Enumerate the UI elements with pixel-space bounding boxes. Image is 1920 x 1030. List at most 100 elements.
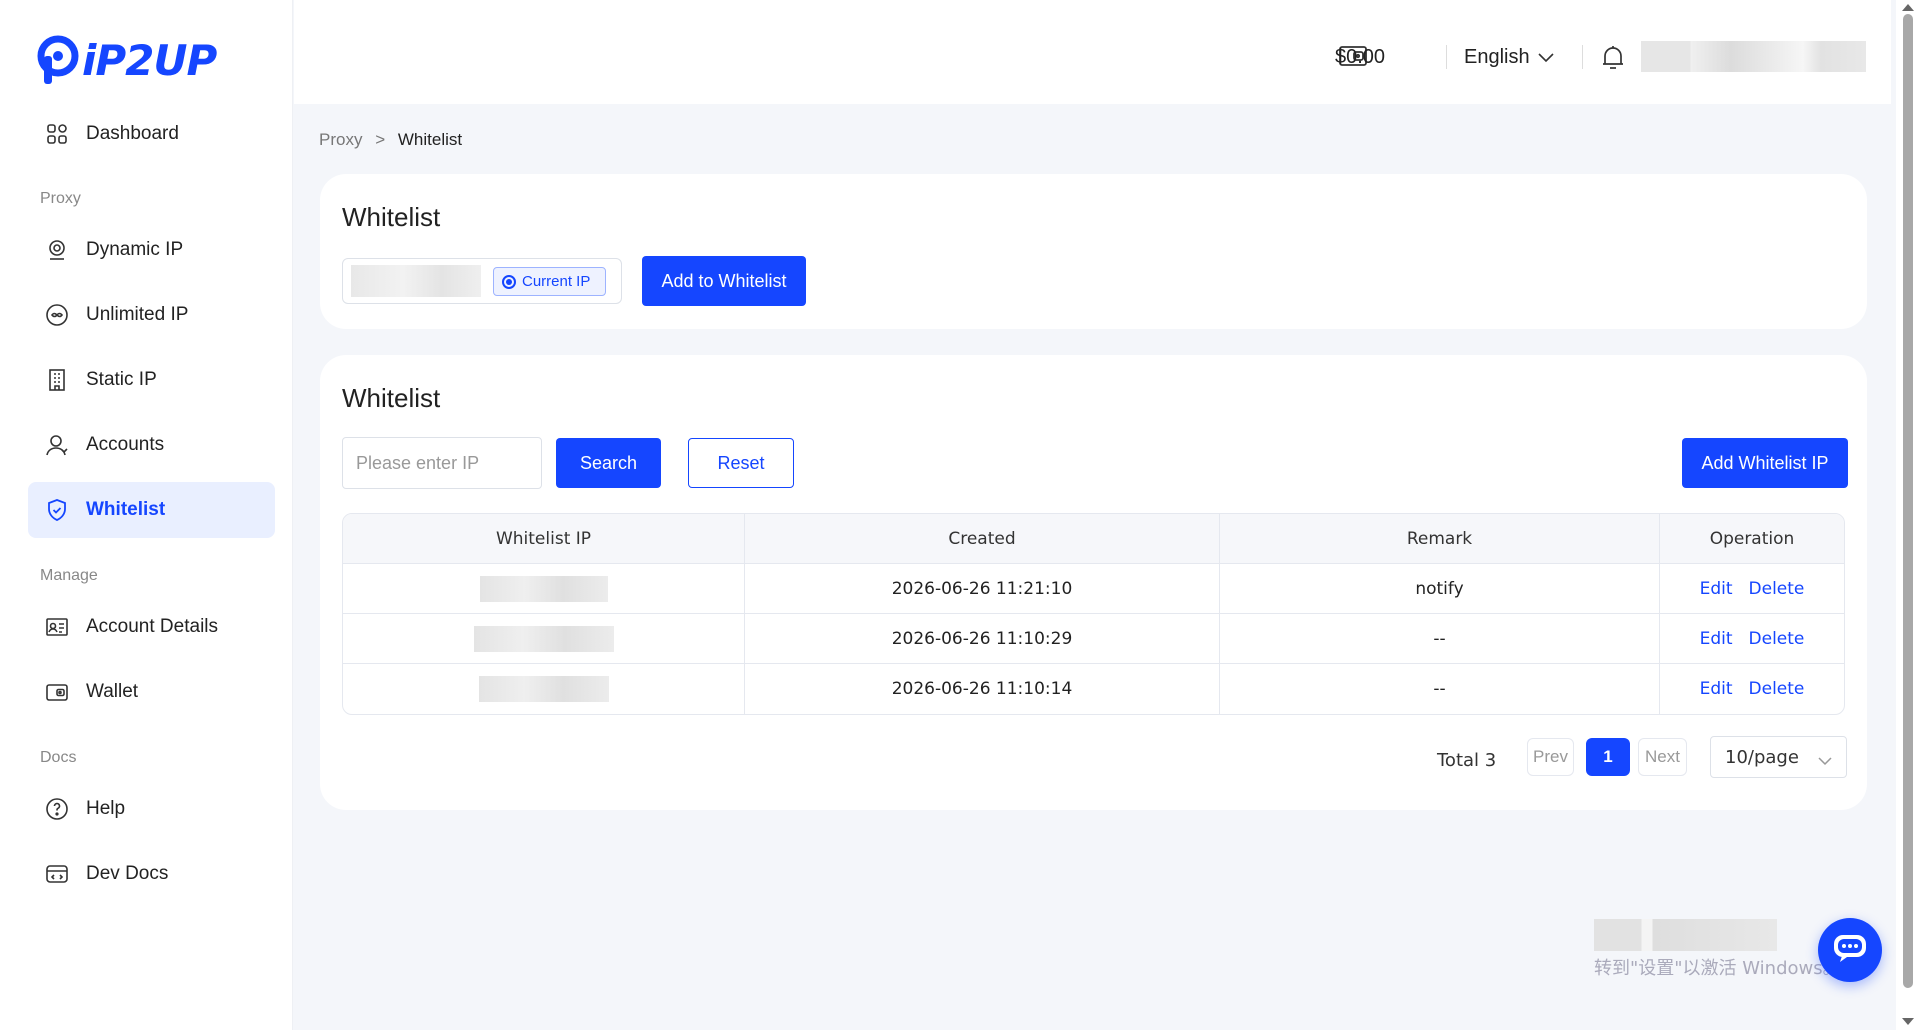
column-header-operation: Operation [1660, 514, 1844, 564]
scroll-up-arrow-icon[interactable] [1902, 4, 1914, 11]
sidebar-item-label: Whitelist [86, 499, 166, 520]
ip-cell [343, 564, 745, 614]
bell-icon[interactable] [1601, 45, 1625, 76]
remark-cell: -- [1220, 614, 1660, 664]
radio-dot-icon [502, 274, 516, 289]
sidebar-item-label: Dashboard [86, 123, 179, 144]
logo-mark-icon [37, 35, 79, 84]
delete-link[interactable]: Delete [1749, 629, 1805, 649]
operation-cell: Edit Delete [1660, 564, 1844, 614]
page-size-select[interactable]: 10/page [1710, 736, 1847, 778]
column-header-whitelist-ip: Whitelist IP [343, 514, 745, 564]
windows-activation-watermark: 转到"设置"以激活 Windows。 [1594, 958, 1841, 979]
delete-link[interactable]: Delete [1749, 679, 1805, 699]
sidebar-item-dev-docs[interactable]: Dev Docs [28, 846, 275, 902]
pagination-total: Total 3 [1437, 750, 1497, 771]
operation-cell: Edit Delete [1660, 664, 1844, 714]
created-cell: 2026-06-26 11:10:14 [745, 664, 1220, 714]
table-header-row: Whitelist IP Created Remark Operation [343, 514, 1844, 564]
remark-cell: -- [1220, 664, 1660, 714]
add-whitelist-card: Whitelist Current IP Add to Whitelist [320, 174, 1867, 329]
table-row: 2026-06-26 11:10:29 -- Edit Delete [343, 614, 1844, 664]
sidebar-item-label: Help [86, 798, 126, 819]
table-row: 2026-06-26 11:21:10 notify Edit Delete [343, 564, 1844, 614]
location-pin-icon [44, 237, 70, 263]
column-header-created: Created [745, 514, 1220, 564]
page-1-button[interactable]: 1 [1586, 738, 1630, 776]
logo[interactable]: iP2UP [36, 34, 217, 86]
page-size-label: 10/page [1725, 746, 1799, 768]
chat-bubble-icon [1832, 932, 1868, 969]
next-page-button[interactable]: Next [1638, 738, 1687, 776]
edit-link[interactable]: Edit [1700, 679, 1733, 699]
wallet-balance[interactable]: $0.00 [1335, 46, 1385, 69]
id-card-icon [44, 614, 70, 640]
current-ip-field[interactable]: Current IP [342, 258, 622, 304]
logo-text: iP2UP [82, 35, 217, 85]
dashboard-icon [44, 121, 70, 147]
card-title: Whitelist [342, 383, 441, 413]
language-selector[interactable]: English [1464, 46, 1554, 69]
sidebar-item-whitelist[interactable]: Whitelist [28, 482, 275, 538]
sidebar-item-accounts[interactable]: Accounts [28, 417, 275, 473]
card-title: Whitelist [342, 202, 441, 232]
sidebar-item-wallet[interactable]: Wallet [28, 664, 275, 720]
delete-link[interactable]: Delete [1749, 579, 1805, 599]
current-ip-label: Current IP [522, 273, 591, 290]
chat-support-button[interactable] [1818, 918, 1882, 982]
sidebar-item-unlimited-ip[interactable]: Unlimited IP [28, 287, 275, 343]
help-icon [44, 796, 70, 822]
user-icon [44, 432, 70, 458]
ip-cell [343, 664, 745, 714]
sidebar-item-dashboard[interactable]: Dashboard [28, 106, 275, 162]
edit-link[interactable]: Edit [1700, 629, 1733, 649]
scroll-down-arrow-icon[interactable] [1902, 1018, 1914, 1025]
sidebar-item-static-ip[interactable]: Static IP [28, 352, 275, 408]
sidebar-item-label: Dynamic IP [86, 239, 184, 260]
sidebar: iP2UP Dashboard Proxy Dynamic IP Unlimit… [0, 0, 293, 1030]
chevron-down-icon [1538, 46, 1554, 69]
page-scrollbar[interactable] [1896, 0, 1920, 1030]
user-menu-redacted[interactable] [1641, 41, 1866, 72]
wallet-icon [44, 679, 70, 705]
scrollbar-thumb[interactable] [1903, 14, 1913, 988]
remark-cell: notify [1220, 564, 1660, 614]
sidebar-item-account-details[interactable]: Account Details [28, 599, 275, 655]
sidebar-item-label: Unlimited IP [86, 304, 189, 325]
infinity-icon [44, 302, 70, 328]
prev-page-button[interactable]: Prev [1527, 738, 1574, 776]
current-ip-radio[interactable]: Current IP [493, 267, 606, 296]
ip-cell [343, 614, 745, 664]
language-label: English [1464, 46, 1530, 68]
breadcrumb-parent[interactable]: Proxy [319, 130, 362, 149]
ip-value-redacted [351, 265, 481, 297]
sidebar-item-label: Static IP [86, 369, 157, 390]
sidebar-section-manage: Manage [40, 567, 98, 584]
whitelist-table: Whitelist IP Created Remark Operation 20… [342, 513, 1845, 715]
edit-link[interactable]: Edit [1700, 579, 1733, 599]
ip-value-redacted [478, 676, 609, 702]
breadcrumb-separator: > [375, 130, 386, 149]
reset-button[interactable]: Reset [688, 438, 794, 488]
ip-value-redacted [473, 625, 614, 652]
divider [1446, 45, 1447, 69]
watermark-redacted [1594, 919, 1777, 951]
ip-search-input[interactable]: Please enter IP [342, 437, 542, 489]
divider [1582, 45, 1583, 69]
add-to-whitelist-button[interactable]: Add to Whitelist [642, 256, 806, 306]
building-icon [44, 367, 70, 393]
sidebar-item-label: Dev Docs [86, 863, 169, 884]
created-cell: 2026-06-26 11:21:10 [745, 564, 1220, 614]
sidebar-item-dynamic-ip[interactable]: Dynamic IP [28, 222, 275, 278]
shield-icon [44, 497, 70, 523]
add-whitelist-ip-button[interactable]: Add Whitelist IP [1682, 438, 1848, 488]
sidebar-item-label: Account Details [86, 616, 219, 637]
operation-cell: Edit Delete [1660, 614, 1844, 664]
created-cell: 2026-06-26 11:10:29 [745, 614, 1220, 664]
sidebar-item-help[interactable]: Help [28, 781, 275, 837]
table-row: 2026-06-26 11:10:14 -- Edit Delete [343, 664, 1844, 714]
breadcrumb-current: Whitelist [397, 130, 463, 149]
whitelist-list-card: Whitelist Please enter IP Search Reset A… [320, 355, 1867, 810]
ip-value-redacted [479, 575, 608, 602]
search-button[interactable]: Search [556, 438, 661, 488]
